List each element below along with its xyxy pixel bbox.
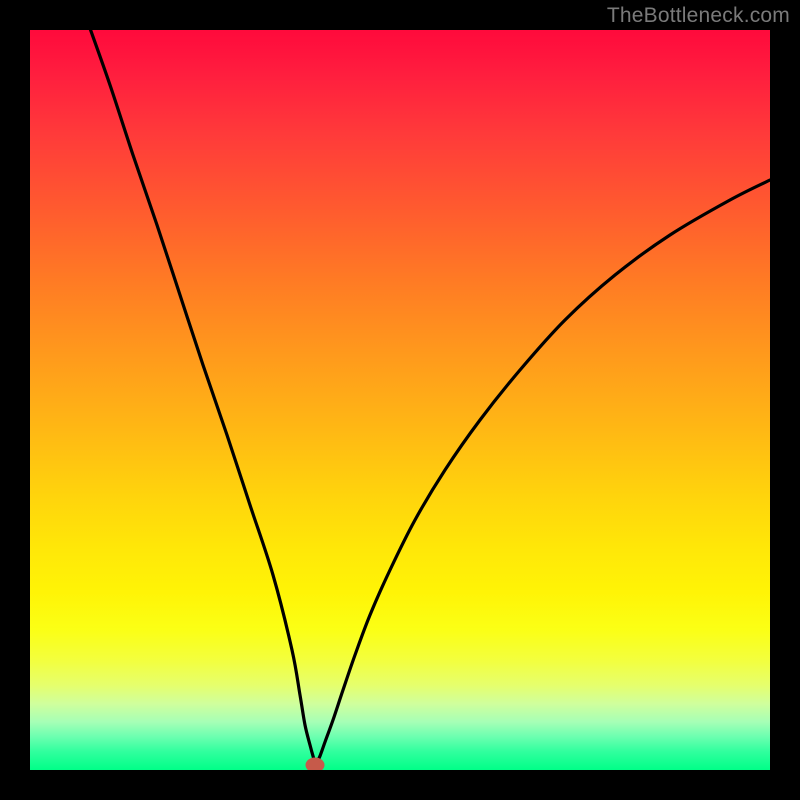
- watermark-text: TheBottleneck.com: [607, 4, 790, 28]
- chart-frame: TheBottleneck.com: [0, 0, 800, 800]
- plot-area: [30, 30, 770, 770]
- bottleneck-curve: [87, 30, 770, 762]
- curve-layer: [30, 30, 770, 770]
- minimum-point-marker: [306, 758, 324, 770]
